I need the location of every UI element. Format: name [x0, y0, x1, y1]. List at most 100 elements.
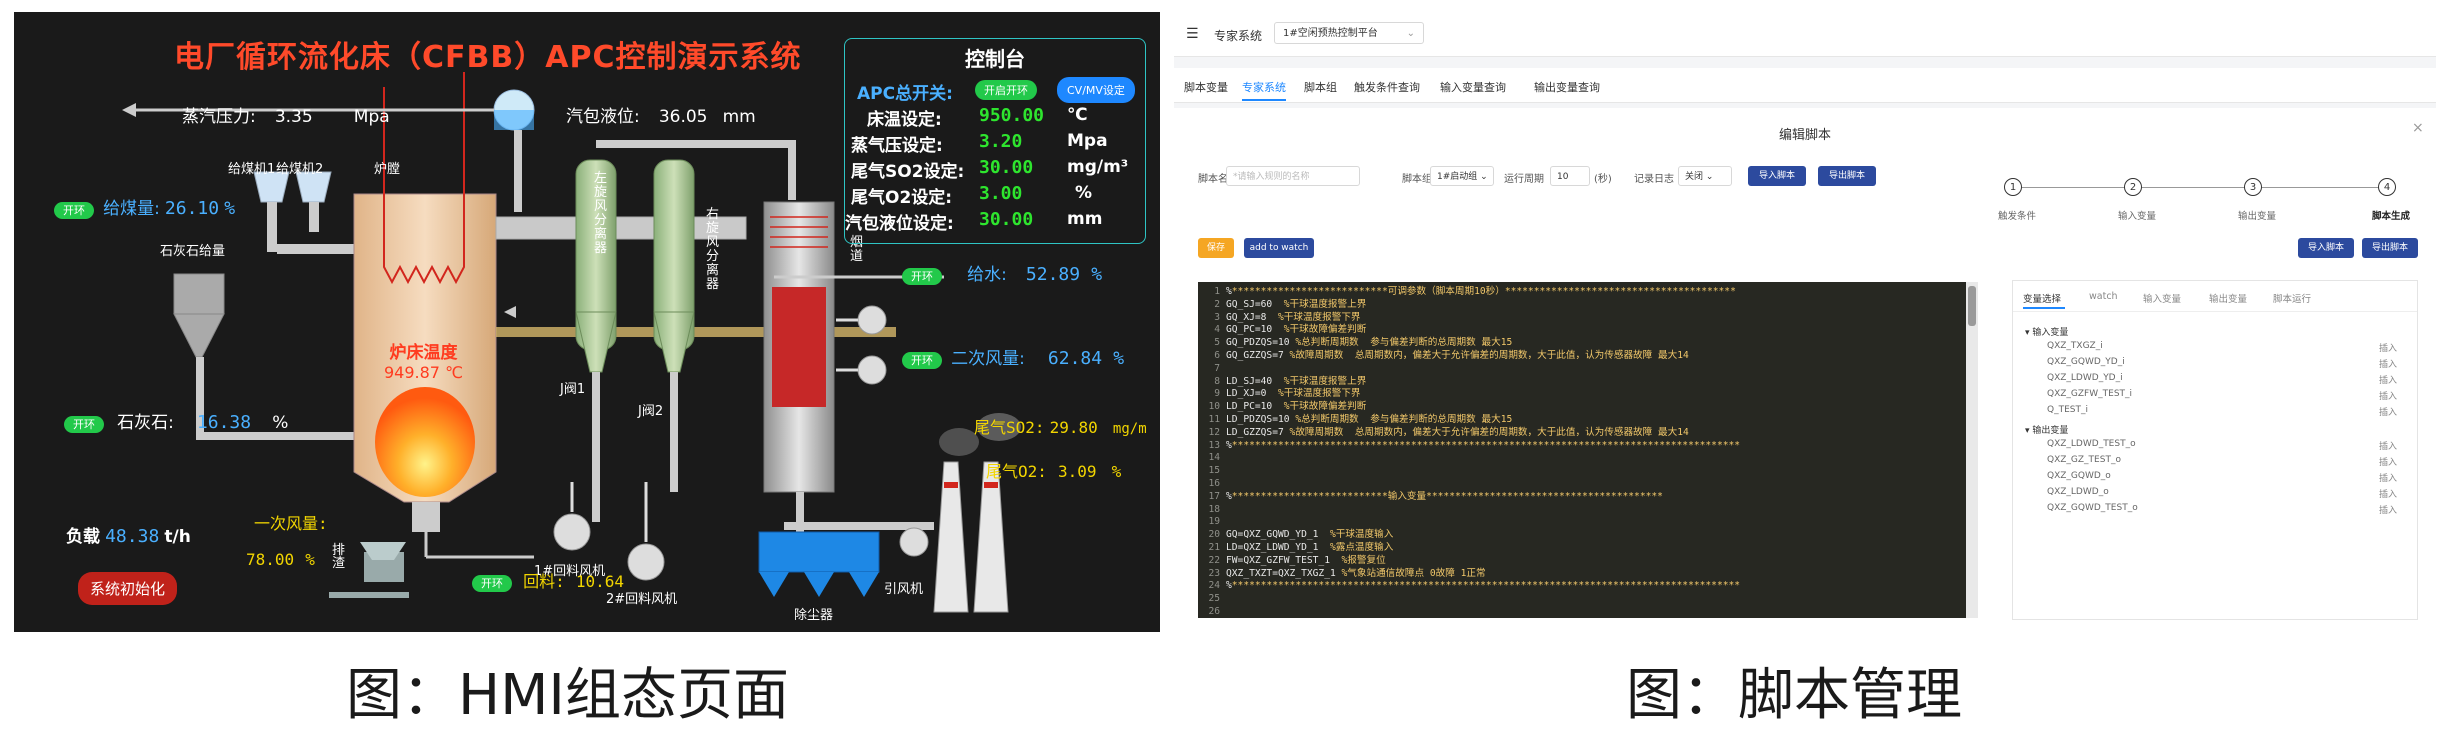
- code-line[interactable]: 2 GQ_SJ=60 %干球温度报警上界: [1202, 299, 1366, 311]
- code-scrollbar-thumb[interactable]: [1968, 286, 1976, 326]
- tab-script-variables[interactable]: 脚本变量: [1184, 79, 1228, 95]
- code-line[interactable]: 7: [1202, 363, 1226, 375]
- cv-mv-settings-button[interactable]: CV/MV设定: [1057, 77, 1135, 103]
- steam-pressure-setpoint-value[interactable]: 3.20: [979, 131, 1022, 152]
- insert-button[interactable]: 插入: [2379, 471, 2397, 484]
- side-tab-variable-select[interactable]: 变量选择: [2023, 291, 2061, 305]
- bed-temp-setpoint-value[interactable]: 950.00: [979, 105, 1044, 126]
- step-1-circle[interactable]: 1: [2004, 178, 2022, 196]
- code-line[interactable]: 8 LD_SJ=40 %干球温度报警上界: [1202, 376, 1366, 388]
- tree-item[interactable]: QXZ_GZ_TEST_o: [2047, 455, 2121, 465]
- tab-output-query[interactable]: 输出变量查询: [1534, 79, 1600, 95]
- code-line[interactable]: 17 %***************************输入变量******…: [1202, 491, 1662, 503]
- side-tab-output-vars[interactable]: 输出变量: [2209, 291, 2247, 305]
- menu-icon[interactable]: ☰: [1186, 26, 1199, 42]
- code-line[interactable]: 3 GQ_XJ=8 %干球温度报警下界: [1202, 312, 1360, 324]
- step-4-circle[interactable]: 4: [2378, 178, 2396, 196]
- system-init-button[interactable]: 系统初始化: [78, 572, 178, 605]
- tree-item[interactable]: QXZ_GQWD_o: [2047, 471, 2111, 481]
- return-feed-toggle[interactable]: 开环: [472, 575, 512, 592]
- code-line[interactable]: 20 GQ=QXZ_GQWD_YD_1 %干球温度输入: [1202, 529, 1393, 541]
- code-line[interactable]: 25: [1202, 593, 1226, 605]
- code-line[interactable]: 19: [1202, 516, 1226, 528]
- code-editor[interactable]: 1 %***************************可调参数（脚本周期10…: [1198, 282, 1978, 618]
- code-line[interactable]: 9 LD_XJ=0 %干球温度报警下界: [1202, 388, 1360, 400]
- code-line[interactable]: 26: [1202, 606, 1226, 618]
- tree-item[interactable]: QXZ_TXGZ_i: [2047, 341, 2103, 351]
- insert-button[interactable]: 插入: [2379, 389, 2397, 402]
- step-3-circle[interactable]: 3: [2244, 178, 2262, 196]
- code-line[interactable]: 23 QXZ_TXZT=QXZ_TXGZ_1 %气象站通信故障点 0故障 1正常: [1202, 568, 1485, 580]
- insert-button[interactable]: 插入: [2379, 503, 2397, 516]
- side-tab-watch[interactable]: watch: [2089, 291, 2118, 302]
- limestone-toggle[interactable]: 开环: [64, 416, 104, 433]
- dust-collector: [758, 531, 880, 573]
- code-line[interactable]: 15: [1202, 465, 1226, 477]
- code-line[interactable]: 18: [1202, 504, 1226, 516]
- insert-button[interactable]: 插入: [2379, 341, 2397, 354]
- flue-so2: 尾气SO2: 29.80 mg/m: [974, 414, 1147, 438]
- code-line[interactable]: 6 GQ_GZZQS=7 %故障周期数 总周期数内，偏差大于允许偏差的周期数，大于…: [1202, 350, 1689, 362]
- tab-script-group[interactable]: 脚本组: [1304, 79, 1337, 95]
- side-tab-input-vars[interactable]: 输入变量: [2143, 291, 2181, 305]
- platform-select[interactable]: 1#空闲预热控制平台 ⌄: [1274, 22, 1424, 44]
- tab-input-query[interactable]: 输入变量查询: [1440, 79, 1506, 95]
- insert-button[interactable]: 插入: [2379, 439, 2397, 452]
- code-line[interactable]: 22 FW=QXZ_GZFW_TEST_1 %报警复位: [1202, 555, 1385, 567]
- tree-item[interactable]: QXZ_LDWD_YD_i: [2047, 373, 2123, 383]
- apc-toggle[interactable]: 开启开环: [975, 80, 1037, 100]
- tree-output-group[interactable]: ▾ 输出变量: [2025, 423, 2068, 436]
- import-script-button-2[interactable]: 导入脚本: [2298, 238, 2354, 258]
- step-2-circle[interactable]: 2: [2124, 178, 2142, 196]
- code-line[interactable]: 16: [1202, 478, 1226, 490]
- tree-item[interactable]: Q_TEST_i: [2047, 405, 2088, 415]
- tree-item[interactable]: QXZ_GQWD_TEST_o: [2047, 503, 2138, 513]
- code-line[interactable]: 5 GQ_PDZQS=10 %总判断周期数 参与偏差判断的总周期数 最大15: [1202, 337, 1512, 349]
- log-select[interactable]: 关闭 ⌄: [1678, 166, 1732, 186]
- save-button[interactable]: 保存: [1198, 238, 1234, 258]
- tree-item[interactable]: QXZ_LDWD_o: [2047, 487, 2109, 497]
- insert-button[interactable]: 插入: [2379, 405, 2397, 418]
- insert-button[interactable]: 插入: [2379, 373, 2397, 386]
- secondary-fan-1: [857, 305, 887, 335]
- log-select-value: 关闭: [1685, 172, 1704, 182]
- code-line[interactable]: 4 GQ_PC=10 %干球故障偏差判断: [1202, 324, 1366, 336]
- script-name-input[interactable]: *请输入规则的名称: [1226, 166, 1360, 186]
- tree-item[interactable]: QXZ_LDWD_TEST_o: [2047, 439, 2136, 449]
- code-line[interactable]: 12 LD_GZZQS=7 %故障周期数 总周期数内，偏差大于允许偏差的周期数，大…: [1202, 427, 1688, 439]
- secondary-air-toggle[interactable]: 开环: [902, 352, 942, 369]
- o2-setpoint-value[interactable]: 3.00: [979, 183, 1022, 204]
- line-number: 19: [1208, 516, 1220, 528]
- export-script-button-2[interactable]: 导出脚本: [2362, 238, 2418, 258]
- side-tab-script-run[interactable]: 脚本运行: [2273, 291, 2311, 305]
- feed-water-toggle[interactable]: 开环: [902, 268, 942, 285]
- code-line[interactable]: 24 %*************************************…: [1202, 580, 1740, 592]
- import-script-button[interactable]: 导入脚本: [1748, 166, 1806, 186]
- tree-item[interactable]: QXZ_GQWD_YD_i: [2047, 357, 2125, 367]
- code-line[interactable]: 14: [1202, 452, 1226, 464]
- code-line[interactable]: 11 LD_PDZQS=10 %总判断周期数 参与偏差判断的总周期数 最大15: [1202, 414, 1512, 426]
- script-group-value: 1#启动组: [1437, 172, 1478, 182]
- close-icon[interactable]: ×: [2412, 120, 2424, 136]
- run-period-input[interactable]: 10: [1550, 166, 1590, 186]
- code-line[interactable]: 21 LD=QXZ_LDWD_YD_1 %露点温度输入: [1202, 542, 1393, 554]
- add-to-watch-button[interactable]: add to watch: [1244, 238, 1314, 258]
- bed-temp-label: 炉床温度: [389, 343, 458, 363]
- script-group-select[interactable]: 1#启动组 ⌄: [1430, 166, 1494, 186]
- tree-item[interactable]: QXZ_GZFW_TEST_i: [2047, 389, 2132, 399]
- insert-button[interactable]: 插入: [2379, 455, 2397, 468]
- code-line[interactable]: 1 %***************************可调参数（脚本周期10…: [1202, 286, 1736, 298]
- drum-level-setpoint-value[interactable]: 30.00: [979, 209, 1033, 230]
- insert-button[interactable]: 插入: [2379, 487, 2397, 500]
- tree-input-group[interactable]: ▾ 输入变量: [2025, 325, 2068, 338]
- tab-expert-system[interactable]: 专家系统: [1242, 79, 1286, 95]
- code-line[interactable]: 13 %*************************************…: [1202, 440, 1740, 452]
- bed-temp-setpoint-label: 床温设定:: [867, 110, 942, 130]
- code-scrollbar[interactable]: [1966, 282, 1978, 618]
- export-script-button[interactable]: 导出脚本: [1818, 166, 1876, 186]
- tab-trigger-query[interactable]: 触发条件查询: [1354, 79, 1420, 95]
- insert-button[interactable]: 插入: [2379, 357, 2397, 370]
- so2-setpoint-value[interactable]: 30.00: [979, 157, 1033, 178]
- code-line[interactable]: 10 LD_PC=10 %干球故障偏差判断: [1202, 401, 1366, 413]
- coal-feed-toggle[interactable]: 开环: [54, 202, 94, 219]
